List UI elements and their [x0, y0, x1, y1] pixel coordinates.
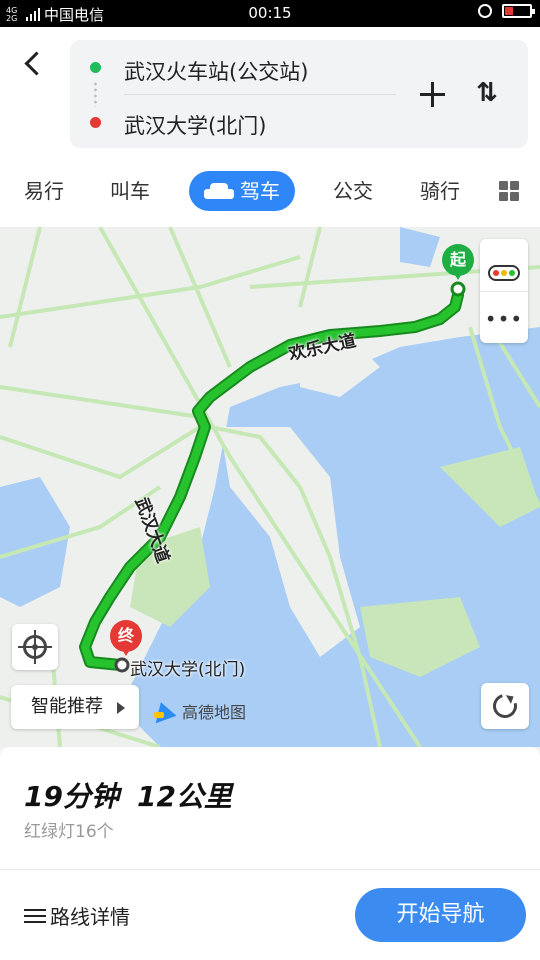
battery-icon [502, 4, 535, 18]
refresh-button[interactable] [481, 683, 529, 729]
start-navigation-button[interactable]: 开始导航 [355, 888, 526, 942]
origin-dot-icon [90, 62, 101, 73]
end-pin-tail [120, 646, 132, 656]
destination-dot-icon [90, 117, 101, 128]
status-bar: 4G 2G 中国电信 00:15 [0, 0, 540, 27]
route-summary-sheet: 19分钟 12公里 红绿灯16个 路线详情 开始导航 [0, 747, 540, 960]
route-duration: 19分钟 [24, 780, 119, 813]
traffic-light-icon[interactable] [488, 265, 520, 281]
tools-divider [480, 291, 528, 292]
tab-cycling[interactable]: 骑行 [420, 171, 460, 211]
smart-recommend-label: 智能推荐 [31, 696, 103, 717]
back-button[interactable] [20, 49, 50, 79]
start-point [450, 281, 466, 297]
traffic-lights-count: 红绿灯16个 [24, 822, 114, 842]
destination-map-label: 武汉大学(北门) [130, 660, 246, 680]
lake-water-north [400, 227, 440, 267]
lake-water-west [0, 477, 70, 607]
tab-bus[interactable]: 公交 [333, 171, 373, 211]
start-pin: 起 [442, 244, 474, 280]
route-input-box: 武汉火车站(公交站) 武汉大学(北门) ⇅ [70, 40, 528, 148]
amap-logo: 高德地图 [152, 699, 246, 723]
destination-field[interactable]: 武汉大学(北门) [124, 110, 266, 140]
alarm-icon [478, 4, 492, 18]
route-details-button[interactable]: 路线详情 [24, 901, 130, 930]
map-canvas [0, 227, 540, 747]
origin-field[interactable]: 武汉火车站(公交站) [124, 56, 308, 86]
list-icon [24, 907, 46, 925]
smart-recommend-button[interactable]: 智能推荐 [11, 685, 139, 729]
route-header: 武汉火车站(公交站) 武汉大学(北门) ⇅ 易行 叫车 驾车 公交 骑行 [0, 27, 540, 227]
map-view[interactable]: 欢乐大道 武汉大道 武汉大学(北门) 起 终 ••• 智能推荐 高德地图 [0, 227, 540, 747]
end-pin: 终 [110, 620, 142, 656]
tab-taxi[interactable]: 叫车 [110, 171, 150, 211]
add-waypoint-button[interactable] [418, 80, 448, 110]
route-connector [94, 81, 97, 107]
triangle-right-icon [117, 702, 125, 714]
locate-button[interactable] [12, 624, 58, 670]
tab-easy-travel[interactable]: 易行 [24, 171, 64, 211]
status-right [478, 4, 535, 18]
more-modes-grid-icon[interactable] [499, 181, 519, 201]
start-pin-tail [452, 270, 464, 280]
swap-route-button[interactable]: ⇅ [472, 76, 502, 110]
tab-drive[interactable]: 驾车 [189, 171, 295, 211]
route-summary: 19分钟 12公里 [24, 775, 232, 815]
car-icon [204, 183, 234, 201]
more-icon[interactable]: ••• [480, 309, 528, 329]
route-distance: 12公里 [136, 780, 232, 813]
end-point [114, 657, 130, 673]
locate-icon [23, 635, 47, 659]
route-divider [124, 94, 396, 95]
map-tools-panel: ••• [480, 239, 528, 343]
sheet-divider [0, 869, 540, 870]
amap-brand-text: 高德地图 [182, 703, 247, 722]
status-time: 00:15 [248, 4, 292, 22]
route-details-label: 路线详情 [50, 905, 130, 929]
tab-drive-label: 驾车 [240, 179, 280, 203]
amap-logo-icon [152, 700, 176, 722]
travel-mode-tabs: 易行 叫车 驾车 公交 骑行 [0, 171, 540, 215]
